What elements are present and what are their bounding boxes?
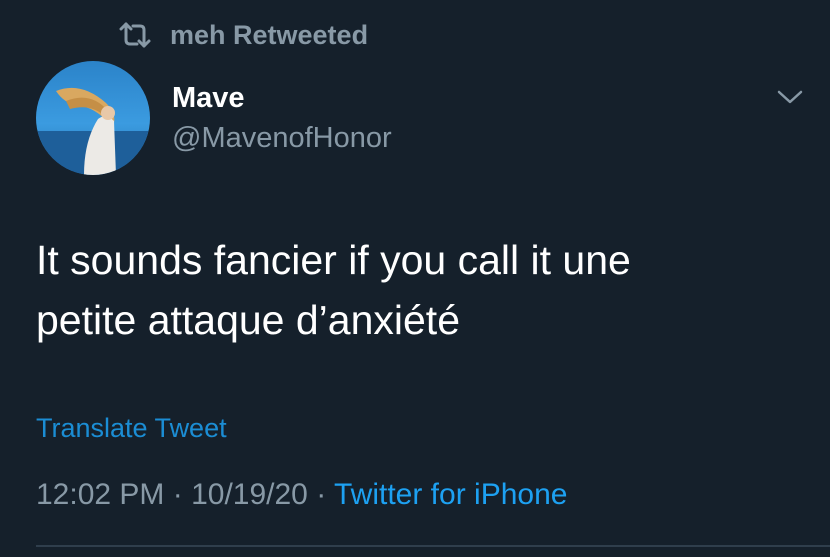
tweet-text-line-1: It sounds fancier if you call it une bbox=[36, 237, 631, 283]
chevron-down-icon[interactable] bbox=[776, 86, 804, 108]
tweet-text: It sounds fancier if you call it une pet… bbox=[36, 230, 796, 350]
meta-separator: · bbox=[307, 478, 334, 511]
translate-tweet-link[interactable]: Translate Tweet bbox=[36, 413, 227, 444]
tweet-time: 12:02 PM bbox=[36, 478, 165, 511]
avatar-photo bbox=[36, 87, 150, 175]
author-name[interactable]: Mave bbox=[172, 82, 245, 115]
retweeted-by-label[interactable]: meh Retweeted bbox=[170, 20, 368, 51]
retweet-context: meh Retweeted bbox=[118, 18, 368, 52]
tweet-date: 10/19/20 bbox=[191, 478, 308, 511]
author-handle[interactable]: @MavenofHonor bbox=[172, 122, 392, 155]
retweet-icon bbox=[119, 22, 151, 48]
tweet-source-link[interactable]: Twitter for iPhone bbox=[334, 478, 567, 511]
tweet-metadata: 12:02 PM · 10/19/20 · Twitter for iPhone bbox=[36, 478, 567, 512]
avatar[interactable] bbox=[36, 61, 150, 175]
divider bbox=[36, 545, 830, 547]
tweet-text-line-2: petite attaque d’anxiété bbox=[36, 297, 460, 343]
meta-separator: · bbox=[164, 478, 192, 511]
